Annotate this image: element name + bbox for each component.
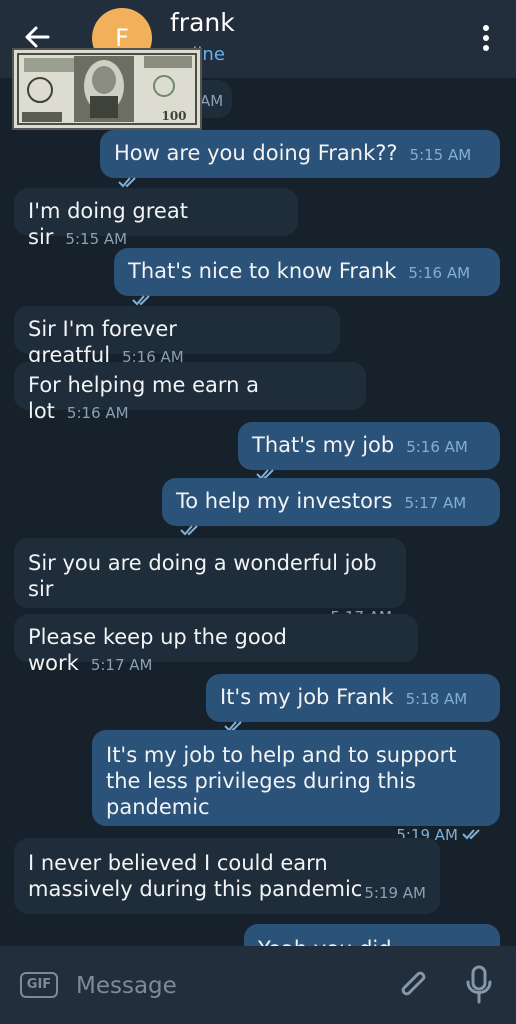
message-incoming[interactable]: Sir I'm forever greatful 5:16 AM xyxy=(14,306,340,367)
message-time: 5:16 AM xyxy=(66,404,129,422)
message-outgoing[interactable]: That's nice to know Frank 5:16 AM xyxy=(114,248,500,306)
paperclip-icon[interactable] xyxy=(396,966,430,1004)
message-text: That's my job xyxy=(252,433,395,457)
message-text: That's nice to know Frank xyxy=(128,259,397,283)
message-time: 5:15 AM xyxy=(409,146,472,164)
message-text: For helping me earn a lot xyxy=(28,373,259,423)
message-incoming[interactable]: For helping me earn a lot 5:16 AM xyxy=(14,362,366,423)
message-incoming[interactable]: Sir you are doing a wonderful job sir 5:… xyxy=(14,538,406,626)
double-check-icon xyxy=(132,295,150,306)
message-text: I never believed I could earn massively … xyxy=(28,851,363,901)
message-incoming[interactable]: I'm doing great sir 5:15 AM xyxy=(14,188,298,249)
message-text: How are you doing Frank?? xyxy=(114,141,398,165)
message-time: 5:16 AM xyxy=(408,264,471,282)
message-incoming[interactable]: I never believed I could earn massively … xyxy=(14,838,440,914)
message-time: 5:16 AM xyxy=(406,438,468,456)
contact-name[interactable]: frank xyxy=(170,8,235,37)
banknote-illustration: 100 xyxy=(14,50,200,128)
message-outgoing[interactable]: That's my job 5:16 AM xyxy=(238,422,500,480)
double-check-icon xyxy=(180,525,198,536)
message-time: 5:17 AM xyxy=(90,656,153,674)
more-options-icon[interactable] xyxy=(482,24,490,52)
message-time: 5:15 AM xyxy=(65,230,128,248)
gif-icon[interactable]: GIF xyxy=(20,972,58,998)
message-time: AM xyxy=(200,92,224,110)
microphone-icon[interactable] xyxy=(464,964,494,1004)
message-text: It's my job Frank xyxy=(220,685,394,709)
message-outgoing[interactable]: Yeah you did xyxy=(244,924,500,946)
double-check-icon xyxy=(462,829,480,840)
message-time: 5:17 AM xyxy=(404,494,467,512)
banknote-image: 100 xyxy=(12,48,202,130)
message-text: It's my job to help and to support the l… xyxy=(106,743,457,819)
message-outgoing[interactable]: It's my job Frank 5:18 AM xyxy=(206,674,500,732)
message-outgoing[interactable]: It's my job to help and to support the l… xyxy=(92,730,500,844)
message-outgoing[interactable]: To help my investors 5:17 AM xyxy=(162,478,500,536)
message-incoming[interactable]: Please keep up the good work 5:17 AM xyxy=(14,614,418,675)
message-text: Yeah you did xyxy=(258,937,392,946)
message-text: Please keep up the good work xyxy=(28,625,287,675)
message-text: To help my investors xyxy=(176,489,393,513)
message-text: Sir you are doing a wonderful job sir xyxy=(28,551,377,601)
message-input[interactable] xyxy=(76,966,376,1006)
double-check-icon xyxy=(118,177,136,188)
message-time: 5:18 AM xyxy=(405,690,468,708)
banknote-denomination: 100 xyxy=(161,109,186,123)
message-list[interactable]: AM How are you doing Frank?? 5:15 AM I'm … xyxy=(0,0,516,946)
message-outgoing[interactable]: How are you doing Frank?? 5:15 AM xyxy=(100,130,500,188)
